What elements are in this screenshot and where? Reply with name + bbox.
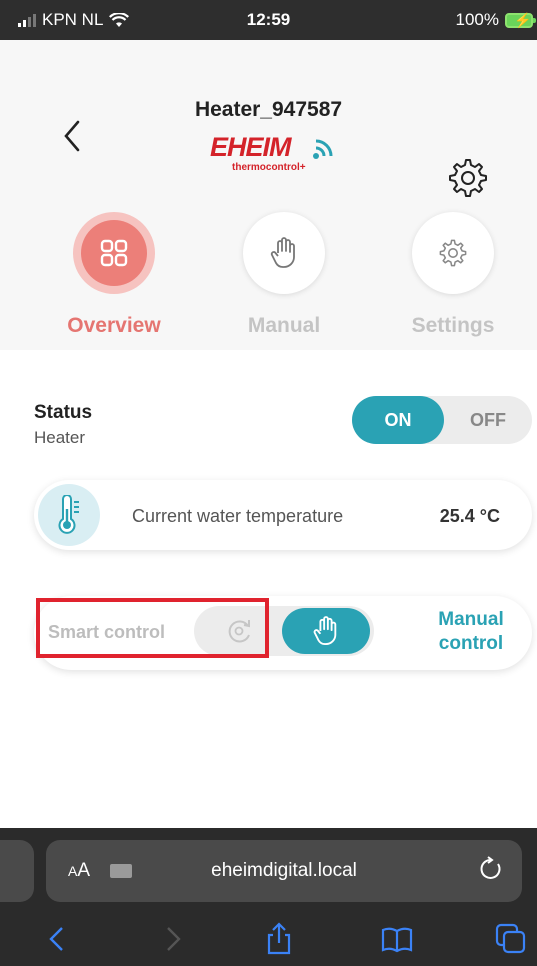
tab-overview-label: Overview bbox=[67, 314, 161, 337]
address-bar[interactable]: AAAA eheimdigital.local bbox=[46, 840, 522, 902]
tab-bar: Overview Manual Settings bbox=[0, 200, 537, 350]
device-title: Heater_947587 bbox=[194, 98, 343, 121]
grid-icon bbox=[100, 239, 128, 267]
thermometer-badge bbox=[38, 484, 100, 546]
status-bar: KPN NL 12:59 100% ⚡ bbox=[0, 0, 537, 40]
battery-percent: 100% bbox=[455, 10, 499, 29]
wireless-icon bbox=[313, 139, 333, 159]
heater-power-toggle[interactable]: ON OFF bbox=[352, 396, 532, 444]
previous-tab-peek[interactable] bbox=[0, 840, 34, 902]
thermometer-icon bbox=[58, 495, 79, 534]
status-title: Status bbox=[34, 402, 93, 423]
hand-icon bbox=[270, 237, 295, 268]
tab-settings-label: Settings bbox=[411, 314, 495, 337]
tab-manual-label: Manual bbox=[247, 314, 321, 337]
toggle-off-option[interactable]: OFF bbox=[444, 396, 532, 444]
logo-subtitle: thermocontrol+ bbox=[232, 162, 306, 173]
tabs-icon[interactable] bbox=[494, 922, 528, 956]
eheim-logo: EHEIM thermocontrol+ bbox=[206, 132, 346, 182]
bookmarks-icon[interactable] bbox=[380, 922, 414, 956]
toggle-on-option[interactable]: ON bbox=[352, 396, 444, 444]
temperature-card: Current water temperature 25.4 °C bbox=[34, 480, 532, 550]
status-subtitle: Heater bbox=[34, 428, 86, 447]
tab-settings[interactable]: Settings bbox=[383, 212, 523, 338]
reload-icon[interactable] bbox=[478, 856, 504, 882]
manual-control-label: Manual control bbox=[416, 608, 526, 656]
tab-manual-circle[interactable] bbox=[243, 212, 325, 294]
manual-label-line2: control bbox=[438, 633, 504, 654]
url-text[interactable]: eheimdigital.local bbox=[46, 860, 522, 882]
gear-icon[interactable] bbox=[448, 158, 488, 198]
tab-overview[interactable]: Overview bbox=[44, 212, 184, 338]
tab-settings-circle[interactable] bbox=[412, 212, 494, 294]
chevron-left-icon[interactable] bbox=[58, 118, 88, 154]
browser-forward-icon[interactable] bbox=[156, 922, 190, 956]
tab-manual[interactable]: Manual bbox=[214, 212, 354, 338]
share-icon[interactable] bbox=[262, 922, 296, 956]
browser-back-icon[interactable] bbox=[40, 922, 74, 956]
temperature-value: 25.4 °C bbox=[439, 506, 500, 526]
manual-control-option[interactable] bbox=[282, 608, 370, 654]
tab-overview-circle[interactable] bbox=[73, 212, 155, 294]
hand-icon bbox=[313, 616, 337, 646]
gear-icon bbox=[439, 239, 467, 267]
battery-icon: ⚡ bbox=[505, 12, 536, 28]
browser-toolbar: AAAA eheimdigital.local bbox=[0, 828, 537, 966]
temperature-label: Current water temperature bbox=[132, 506, 344, 526]
manual-label-line1: Manual bbox=[438, 609, 504, 630]
highlight-box bbox=[36, 598, 269, 658]
logo-word: EHEIM bbox=[210, 132, 292, 162]
battery-info: 100% ⚡ bbox=[455, 10, 536, 30]
app-header: Heater_947587 EHEIM thermocontrol+ bbox=[0, 40, 537, 200]
